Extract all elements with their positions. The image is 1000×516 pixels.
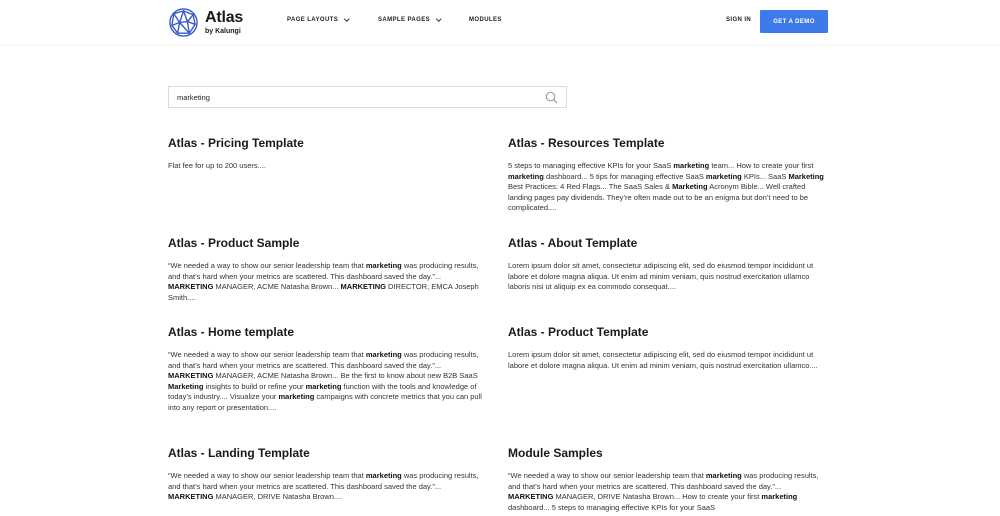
keyword-highlight: marketing xyxy=(305,381,342,391)
result-title[interactable]: Atlas - About Template xyxy=(508,236,828,250)
nav-page-layouts-label: PAGE LAYOUTS xyxy=(287,17,339,23)
result-title[interactable]: Atlas - Product Template xyxy=(508,325,828,339)
result-title[interactable]: Module Samples xyxy=(508,446,828,460)
result-item: Atlas - Resources Template 5 steps to ma… xyxy=(508,136,828,214)
logo-text: Atlas by Kalungi xyxy=(205,8,244,35)
keyword-highlight: MARKETING xyxy=(168,492,214,501)
get-a-demo-button[interactable]: GET A DEMO xyxy=(760,10,828,33)
result-item: Atlas - Landing Template “We needed a wa… xyxy=(168,446,488,503)
result-snippet: “We needed a way to show our senior lead… xyxy=(508,471,819,512)
keyword-highlight: marketing xyxy=(673,161,710,170)
keyword-highlight: Marketing xyxy=(168,381,204,391)
keyword-highlight: marketing xyxy=(278,392,315,401)
chevron-down-icon xyxy=(344,16,350,22)
atlas-globe-icon xyxy=(169,7,198,37)
keyword-highlight: Marketing xyxy=(672,182,708,191)
keyword-highlight: marketing xyxy=(705,471,742,480)
result-title[interactable]: Atlas - Resources Template xyxy=(508,136,828,150)
result-snippet: Lorem ipsum dolor sit amet, consectetur … xyxy=(508,261,814,291)
logo-tagline: by Kalungi xyxy=(205,27,241,35)
keyword-highlight: marketing xyxy=(365,471,402,480)
search-icon[interactable] xyxy=(545,91,558,104)
logo[interactable]: Atlas by Kalungi xyxy=(168,6,258,38)
nav-sample-pages[interactable]: SAMPLE PAGES xyxy=(378,16,442,23)
sign-in-link[interactable]: SIGN IN xyxy=(726,17,751,23)
keyword-highlight: MARKETING xyxy=(168,371,214,380)
result-snippet: Lorem ipsum dolor sit amet, consectetur … xyxy=(508,350,818,370)
result-snippet: “We needed a way to show our senior lead… xyxy=(168,350,482,412)
nav-modules[interactable]: MODULES xyxy=(469,17,502,23)
result-item: Atlas - Product Template Lorem ipsum dol… xyxy=(508,325,828,371)
nav-modules-label: MODULES xyxy=(469,17,502,23)
search-input[interactable] xyxy=(169,87,529,108)
nav-sample-pages-label: SAMPLE PAGES xyxy=(378,17,431,23)
keyword-highlight: Marketing xyxy=(788,171,824,181)
result-snippet: 5 steps to managing effective KPIs for y… xyxy=(508,161,824,212)
keyword-highlight: marketing xyxy=(365,350,402,359)
result-item: Atlas - Home template “We needed a way t… xyxy=(168,325,488,413)
result-snippet: “We needed a way to show our senior lead… xyxy=(168,261,479,302)
result-title[interactable]: Atlas - Product Sample xyxy=(168,236,488,250)
chevron-down-icon xyxy=(436,16,442,22)
site-header: Atlas by Kalungi PAGE LAYOUTS SAMPLE PAG… xyxy=(0,0,1000,44)
result-title[interactable]: Atlas - Landing Template xyxy=(168,446,488,460)
result-item: Module Samples “We needed a way to show … xyxy=(508,446,828,513)
result-item: Atlas - About Template Lorem ipsum dolor… xyxy=(508,236,828,293)
result-snippet: “We needed a way to show our senior lead… xyxy=(168,471,479,501)
keyword-highlight: marketing xyxy=(508,171,544,181)
result-title[interactable]: Atlas - Home template xyxy=(168,325,488,339)
result-title[interactable]: Atlas - Pricing Template xyxy=(168,136,488,150)
keyword-highlight: marketing xyxy=(705,171,742,181)
keyword-highlight: marketing xyxy=(761,492,798,501)
search-box xyxy=(168,86,567,108)
logo-name: Atlas xyxy=(205,8,244,26)
result-snippet: Flat fee for up to 200 users.... xyxy=(168,161,266,170)
keyword-highlight: MARKETING xyxy=(340,282,386,291)
keyword-highlight: MARKETING xyxy=(508,492,554,501)
keyword-highlight: MARKETING xyxy=(168,282,214,291)
keyword-highlight: marketing xyxy=(365,261,402,270)
nav-page-layouts[interactable]: PAGE LAYOUTS xyxy=(287,16,350,23)
result-item: Atlas - Pricing Template Flat fee for up… xyxy=(168,136,488,172)
result-item: Atlas - Product Sample “We needed a way … xyxy=(168,236,488,303)
